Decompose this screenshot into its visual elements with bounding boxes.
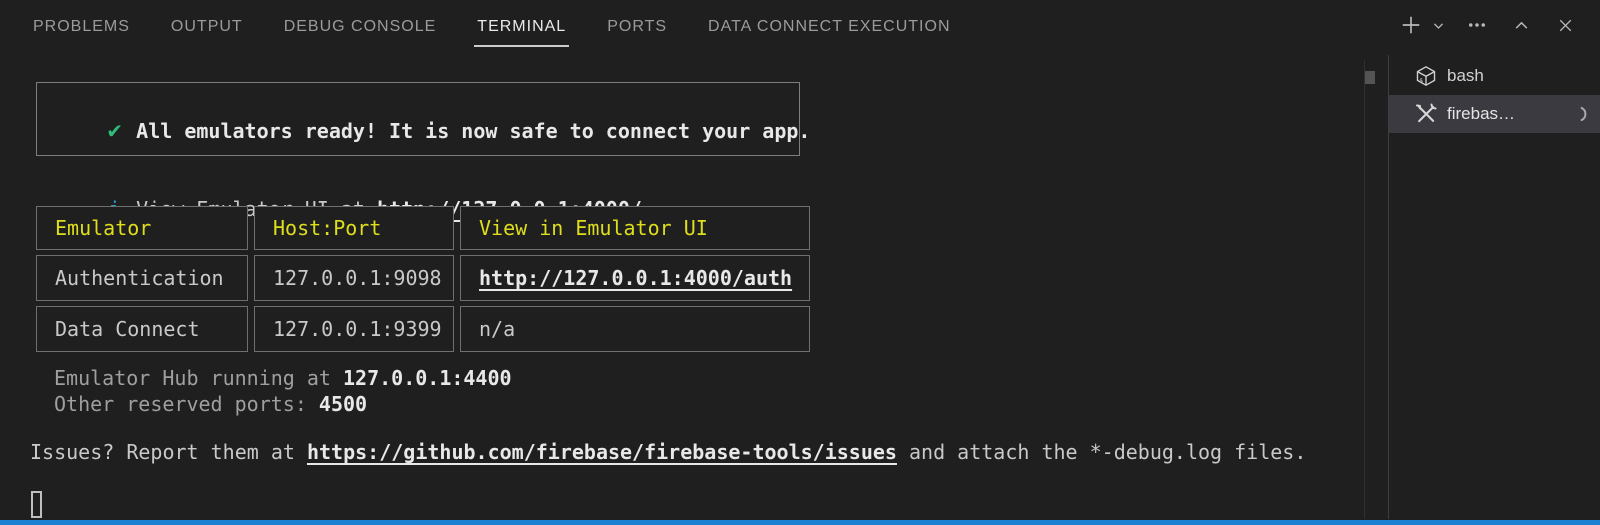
emulators-ready-banner: ✔All emulators ready! It is now safe to … (36, 82, 800, 156)
new-terminal-icon[interactable] (1397, 11, 1425, 39)
hub-line-prefix: Emulator Hub running at (54, 366, 343, 390)
terminal-scrollbar-thumb[interactable] (1365, 71, 1375, 84)
table-header-row: Emulator Host:Port View in Emulator UI (36, 206, 810, 250)
issues-suffix: and attach the *-debug.log files. (897, 440, 1306, 464)
tab-problems[interactable]: PROBLEMS (33, 18, 130, 36)
panel-tab-bar: PROBLEMS OUTPUT DEBUG CONSOLE TERMINAL P… (0, 0, 951, 54)
tab-debug-console[interactable]: DEBUG CONSOLE (284, 18, 437, 36)
tab-data-connect-execution[interactable]: DATA CONNECT EXECUTION (708, 18, 950, 36)
cell-host-port: 127.0.0.1:9098 (254, 255, 454, 301)
reserved-ports-prefix: Other reserved ports: (54, 392, 319, 416)
table-row: Data Connect 127.0.0.1:9399 n/a (36, 306, 810, 352)
cell-host-port: 127.0.0.1:9399 (254, 306, 454, 352)
terminal-cursor (31, 491, 42, 518)
banner-message: All emulators ready! It is now safe to c… (136, 119, 810, 143)
issues-line: Issues? Report them at https://github.co… (30, 439, 1306, 465)
tab-terminal[interactable]: TERMINAL (477, 18, 566, 36)
hub-address: 127.0.0.1:4400 (343, 366, 512, 390)
issues-prefix: Issues? Report them at (30, 440, 307, 464)
terminal-overview-ruler (1364, 60, 1365, 519)
tools-icon (1415, 103, 1437, 125)
github-issues-link[interactable]: https://github.com/firebase/firebase-too… (307, 440, 897, 464)
terminal-tab-label: firebas… (1447, 104, 1515, 124)
table-row: Authentication 127.0.0.1:9098 http://127… (36, 255, 810, 301)
cell-emulator-name: Authentication (36, 255, 248, 301)
table-header-emulator: Emulator (36, 206, 248, 250)
auth-emulator-ui-link[interactable]: http://127.0.0.1:4000/auth (479, 266, 792, 290)
tab-ports[interactable]: PORTS (607, 18, 667, 36)
table-header-view-ui: View in Emulator UI (460, 206, 810, 250)
table-header-host-port: Host:Port (254, 206, 454, 250)
terminal-tab-label: bash (1447, 66, 1484, 86)
panel-focus-border (0, 520, 1600, 525)
cell-view-ui: n/a (460, 306, 810, 352)
terminal-tab-bash[interactable]: $ bash (1389, 57, 1600, 95)
cell-emulator-name: Data Connect (36, 306, 248, 352)
spinner-icon (1569, 105, 1587, 123)
reserved-ports-value: 4500 (319, 392, 367, 416)
maximize-panel-chevron-up-icon[interactable] (1510, 14, 1532, 36)
success-check-icon: ✔ (104, 118, 125, 144)
terminal-tabs-list: $ bash firebas… (1389, 57, 1600, 133)
emulator-table: Emulator Host:Port View in Emulator UI A… (36, 206, 810, 352)
hub-info: Emulator Hub running at 127.0.0.1:4400 O… (54, 365, 512, 417)
terminal-tab-firebase[interactable]: firebas… (1389, 95, 1600, 133)
launch-profile-chevron-down-icon[interactable] (1430, 17, 1446, 33)
more-actions-ellipsis-icon[interactable] (1465, 13, 1489, 37)
close-panel-x-icon[interactable] (1554, 14, 1576, 36)
panel-actions (1397, 11, 1576, 39)
tab-output[interactable]: OUTPUT (171, 18, 243, 36)
svg-text:$: $ (1419, 77, 1423, 84)
bash-terminal-icon: $ (1415, 65, 1437, 87)
